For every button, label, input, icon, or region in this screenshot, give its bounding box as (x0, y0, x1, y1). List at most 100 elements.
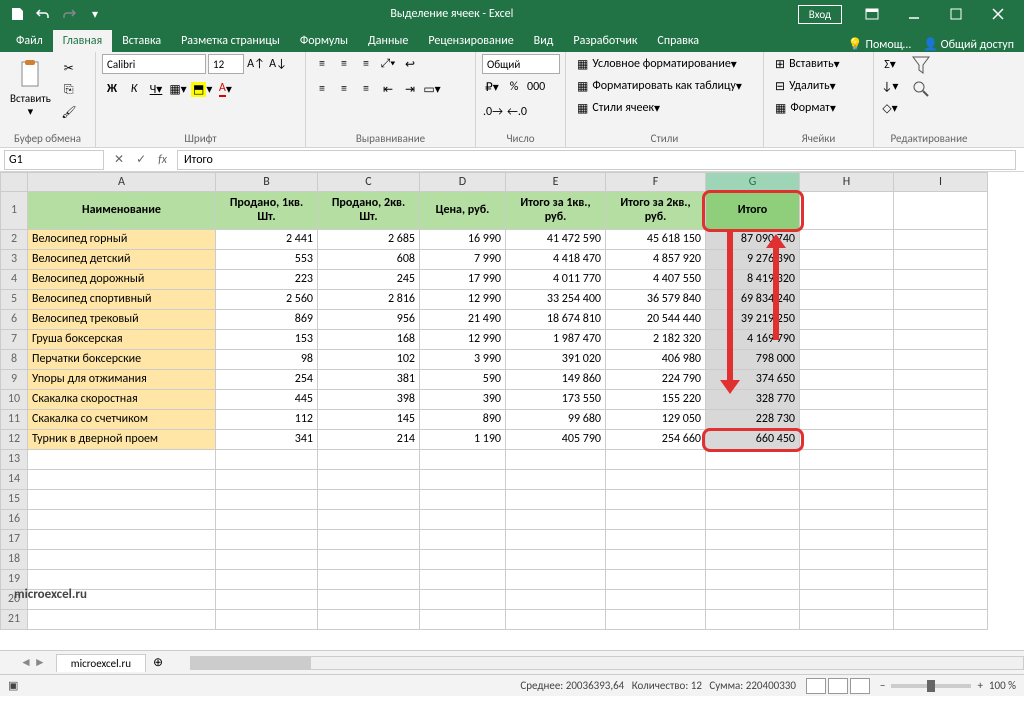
data-cell[interactable]: 223 (216, 270, 318, 290)
empty-cell[interactable] (706, 550, 800, 570)
empty-cell[interactable] (506, 510, 606, 530)
empty-cell[interactable] (894, 410, 988, 430)
data-cell[interactable]: 4 407 550 (606, 270, 706, 290)
empty-cell[interactable] (506, 450, 606, 470)
data-cell[interactable]: 20 544 440 (606, 310, 706, 330)
empty-cell[interactable] (894, 430, 988, 450)
empty-cell[interactable] (318, 550, 420, 570)
empty-cell[interactable] (894, 590, 988, 610)
font-color-button[interactable]: A▾ (215, 79, 235, 99)
col-header-I[interactable]: I (894, 172, 988, 192)
paste-button[interactable]: Вставить▾ (6, 54, 55, 122)
data-cell[interactable]: 2 685 (318, 230, 420, 250)
indent-dec-icon[interactable]: ⇤ (378, 79, 398, 99)
data-cell[interactable]: 39 219 250 (706, 310, 800, 330)
empty-cell[interactable] (706, 570, 800, 590)
data-cell[interactable]: 391 020 (506, 350, 606, 370)
data-cell[interactable]: 145 (318, 410, 420, 430)
empty-cell[interactable] (800, 590, 894, 610)
empty-cell[interactable] (216, 530, 318, 550)
data-cell[interactable]: 7 990 (420, 250, 506, 270)
header-cell[interactable]: Итого за 1кв., руб. (506, 192, 606, 230)
empty-cell[interactable] (216, 510, 318, 530)
data-cell[interactable]: 2 816 (318, 290, 420, 310)
empty-cell[interactable] (318, 590, 420, 610)
empty-cell[interactable] (894, 530, 988, 550)
data-cell[interactable]: 398 (318, 390, 420, 410)
wrap-text-icon[interactable]: ↩ (400, 54, 420, 74)
find-select-button[interactable] (910, 78, 932, 100)
data-cell[interactable]: 155 220 (606, 390, 706, 410)
sort-filter-button[interactable] (910, 54, 932, 76)
tab-формулы[interactable]: Формулы (290, 30, 358, 52)
copy-icon[interactable]: ⎘ (59, 80, 79, 100)
tab-вид[interactable]: Вид (524, 30, 564, 52)
empty-cell[interactable] (28, 450, 216, 470)
header-cell[interactable]: Цена, руб. (420, 192, 506, 230)
italic-button[interactable]: К (124, 79, 144, 99)
empty-cell[interactable] (420, 530, 506, 550)
empty-cell[interactable] (800, 550, 894, 570)
data-cell[interactable]: Перчатки боксерские (28, 350, 216, 370)
record-macro-icon[interactable]: ▣ (8, 679, 18, 692)
row-header-21[interactable]: 21 (0, 610, 28, 630)
empty-cell[interactable] (894, 250, 988, 270)
select-all-corner[interactable] (0, 172, 28, 192)
empty-cell[interactable] (706, 450, 800, 470)
row-header-7[interactable]: 7 (0, 330, 28, 350)
empty-cell[interactable] (216, 470, 318, 490)
data-cell[interactable]: Турник в дверной проем (28, 430, 216, 450)
tell-me-button[interactable]: 💡 Помощ… (848, 37, 911, 52)
row-header-12[interactable]: 12 (0, 430, 28, 450)
empty-cell[interactable] (606, 610, 706, 630)
data-cell[interactable]: 16 990 (420, 230, 506, 250)
col-header-C[interactable]: C (318, 172, 420, 192)
row-header-5[interactable]: 5 (0, 290, 28, 310)
data-cell[interactable]: 102 (318, 350, 420, 370)
decrease-decimal-icon[interactable]: ←.0 (506, 102, 528, 122)
empty-cell[interactable] (420, 610, 506, 630)
sheet-nav-prev-icon[interactable]: ◄ (20, 655, 32, 670)
redo-icon[interactable] (58, 3, 80, 25)
empty-cell[interactable] (506, 550, 606, 570)
tab-рецензирование[interactable]: Рецензирование (418, 30, 523, 52)
empty-cell[interactable] (506, 470, 606, 490)
zoom-out-icon[interactable]: − (880, 679, 885, 692)
row-header-3[interactable]: 3 (0, 250, 28, 270)
data-cell[interactable]: 4 169 790 (706, 330, 800, 350)
cancel-formula-icon[interactable]: ✕ (108, 152, 130, 167)
decrease-font-icon[interactable]: A↓ (268, 54, 288, 74)
font-name-select[interactable] (102, 54, 206, 74)
empty-cell[interactable] (216, 590, 318, 610)
data-cell[interactable]: 608 (318, 250, 420, 270)
fx-icon[interactable]: fx (152, 153, 173, 167)
empty-cell[interactable] (28, 550, 216, 570)
insert-cells-button[interactable]: ⊞ Вставить ▾ (770, 54, 845, 74)
data-cell[interactable]: 254 (216, 370, 318, 390)
empty-cell[interactable] (506, 490, 606, 510)
empty-cell[interactable] (318, 450, 420, 470)
empty-cell[interactable] (800, 310, 894, 330)
row-header-11[interactable]: 11 (0, 410, 28, 430)
login-button[interactable]: Вход (798, 5, 842, 24)
view-normal-icon[interactable] (806, 678, 826, 694)
empty-cell[interactable] (420, 510, 506, 530)
empty-cell[interactable] (606, 590, 706, 610)
data-cell[interactable]: 2 560 (216, 290, 318, 310)
currency-icon[interactable]: ₽▾ (482, 77, 502, 97)
data-cell[interactable]: 12 990 (420, 330, 506, 350)
empty-cell[interactable] (420, 570, 506, 590)
minimize-button[interactable] (894, 0, 934, 28)
empty-cell[interactable] (318, 530, 420, 550)
data-cell[interactable]: 798 000 (706, 350, 800, 370)
data-cell[interactable]: Велосипед дорожный (28, 270, 216, 290)
data-cell[interactable]: 36 579 840 (606, 290, 706, 310)
empty-cell[interactable] (28, 530, 216, 550)
conditional-formatting-button[interactable]: ▦ Условное форматирование ▾ (572, 54, 742, 74)
data-cell[interactable]: Груша боксерская (28, 330, 216, 350)
data-cell[interactable]: 590 (420, 370, 506, 390)
data-cell[interactable]: 390 (420, 390, 506, 410)
tab-главная[interactable]: Главная (53, 30, 112, 52)
empty-cell[interactable] (28, 610, 216, 630)
format-cells-button[interactable]: ▦ Формат ▾ (770, 98, 841, 118)
